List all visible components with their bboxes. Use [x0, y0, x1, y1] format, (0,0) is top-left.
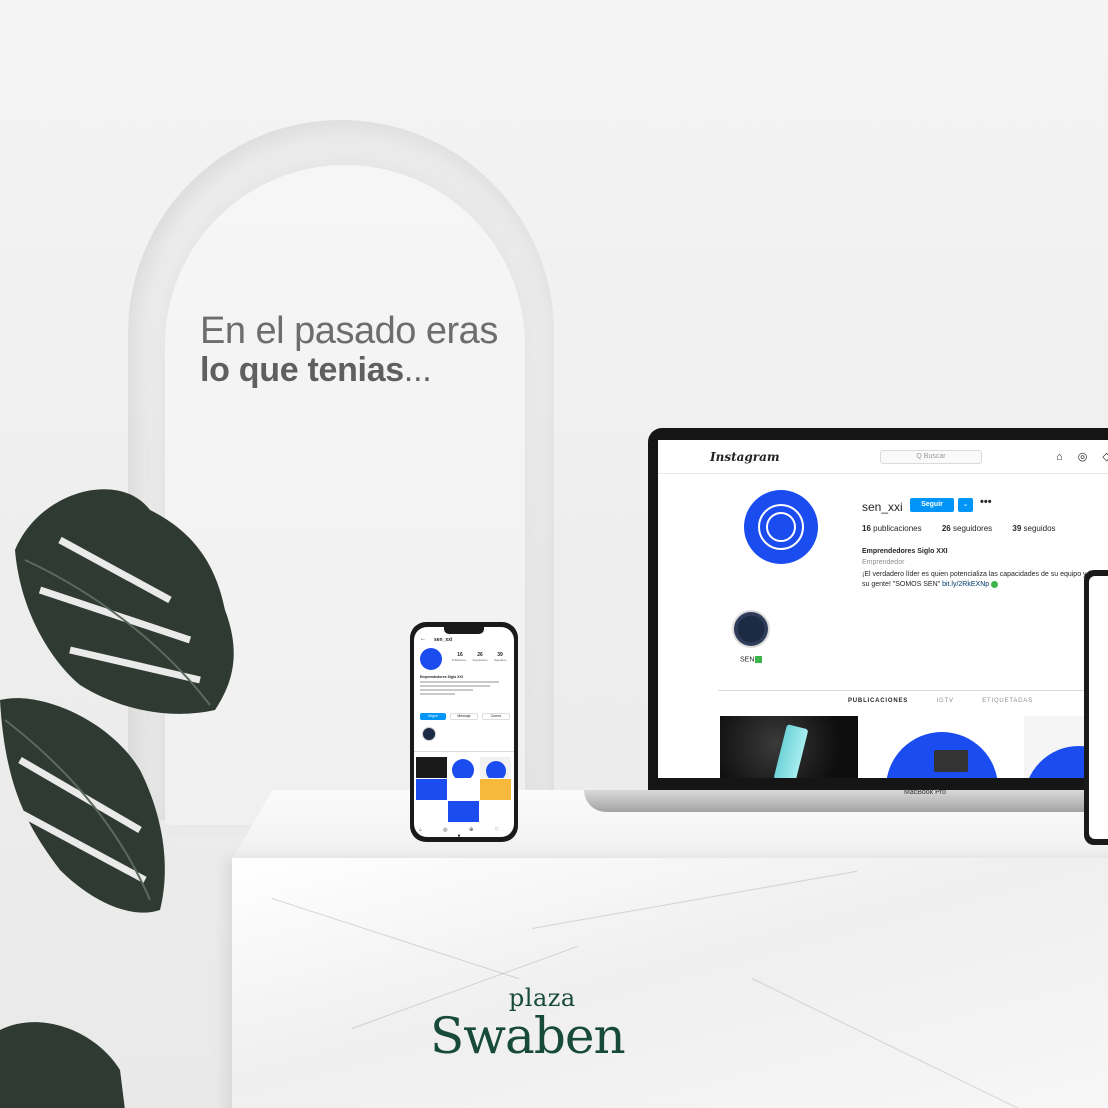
- phone-stat-following-label: Seguidos: [493, 658, 507, 662]
- phone-stat-posts-label: Publicacio...: [451, 658, 469, 662]
- stat-posts-value: 16: [862, 524, 871, 533]
- phone-stat-followers-label: Seguidores: [472, 658, 488, 662]
- nav-icons[interactable]: ⌂ ◎ ◇: [1056, 450, 1108, 463]
- phone-profile-avatar[interactable]: [420, 648, 442, 670]
- marble-vein: [531, 870, 858, 929]
- post-blue-circle: [486, 761, 506, 778]
- phone-email-button[interactable]: Correo: [482, 713, 510, 720]
- phone-posts-grid: [416, 757, 512, 823]
- profile-bio-line-2: su gente! "SOMOS SEN": [862, 581, 941, 588]
- phone-tabs-divider: [414, 751, 514, 752]
- phone-follow-button[interactable]: Seguir: [420, 713, 446, 720]
- phone-post-thumbnail[interactable]: [416, 801, 447, 822]
- tab-etiquetadas[interactable]: ETIQUETADAS: [982, 698, 1033, 704]
- profile-avatar[interactable]: [744, 490, 818, 564]
- marble-vein: [271, 898, 520, 980]
- instagram-logo[interactable]: Instagram: [710, 450, 780, 464]
- phone-notch: [444, 627, 484, 634]
- phone-post-thumbnail[interactable]: [448, 757, 479, 778]
- bio-line: [420, 685, 491, 687]
- monstera-leaves-illustration: [0, 489, 234, 1108]
- laptop-base: [584, 790, 1108, 812]
- headline-line-2-text: lo que tenias: [200, 351, 404, 389]
- phone-stat-followers[interactable]: 26 Seguidores: [470, 652, 490, 662]
- phone-post-thumbnail[interactable]: [480, 801, 511, 822]
- bio-line: [420, 689, 473, 691]
- phone-story-highlight[interactable]: [422, 727, 436, 741]
- profile-bio-link[interactable]: bit.ly/2RkEXNp: [942, 581, 989, 588]
- stat-followers[interactable]: 26 seguidores: [942, 524, 992, 533]
- phone-profile-buttons: Seguir Mensaje Correo: [420, 713, 512, 721]
- tabs-divider: [718, 690, 1108, 691]
- check-icon: [991, 580, 999, 588]
- post-laptop-image: [934, 750, 968, 772]
- back-arrow-icon[interactable]: ←: [420, 636, 426, 642]
- profile-bio: ¡El verdadero líder es quien potencializ…: [862, 570, 1108, 590]
- stat-followers-label: seguidores: [953, 524, 993, 533]
- tab-publicaciones[interactable]: PUBLICACIONES: [848, 698, 908, 704]
- phone-post-thumbnail[interactable]: [448, 779, 479, 800]
- phone-stat-following[interactable]: 39 Seguidos: [490, 652, 510, 662]
- stat-following-value: 39: [1012, 524, 1022, 533]
- stat-following-label: seguidos: [1023, 524, 1056, 533]
- stat-posts-label: publicaciones: [873, 524, 922, 533]
- brand-logo: plaza Swaben: [430, 985, 626, 1065]
- post-thumbnail[interactable]: [872, 716, 1010, 778]
- phone-post-thumbnail[interactable]: [448, 801, 479, 822]
- laptop: Instagram Q Buscar ⌂ ◎ ◇ sen_xxi Seguir …: [648, 428, 1108, 798]
- headline-line-2: lo que tenias...: [200, 350, 498, 390]
- phone-stat-posts[interactable]: 16 Publicacio...: [450, 652, 470, 662]
- chevron-down-icon[interactable]: ⌄: [958, 498, 973, 512]
- post-product-image: [773, 724, 809, 778]
- story-highlight-label: SEN: [740, 656, 763, 664]
- laptop-model-label: MacBook Pro: [904, 789, 947, 796]
- follow-button[interactable]: Seguir: [910, 498, 954, 512]
- phone-post-thumbnail[interactable]: [416, 779, 447, 800]
- marble-vein: [751, 978, 1022, 1108]
- search-input[interactable]: Q Buscar: [880, 450, 982, 464]
- stat-following[interactable]: 39 seguidos: [1012, 524, 1055, 533]
- phone-username: sen_xxi: [434, 637, 453, 643]
- smartphone-screen: ← sen_xxi 16 Publicacio... 26 Seguidores 39 S…: [414, 627, 514, 837]
- tab-igtv[interactable]: IGTV: [937, 698, 954, 704]
- tablet: [1084, 570, 1108, 845]
- laptop-screen: Instagram Q Buscar ⌂ ◎ ◇ sen_xxi Seguir …: [658, 440, 1108, 778]
- phone-bio-lines: [420, 681, 508, 699]
- profile-display-name: Emprendedores Siglo XXI: [862, 548, 948, 555]
- profile-stats: 16 publicaciones 26 seguidores 39 seguid…: [862, 524, 1074, 533]
- instagram-topbar: Instagram Q Buscar ⌂ ◎ ◇: [658, 440, 1108, 474]
- post-blue-circle: [452, 759, 474, 778]
- phone-profile-stats: 16 Publicacio... 26 Seguidores 39 Seguidos: [450, 652, 510, 663]
- headline-ellipsis: ...: [403, 351, 432, 389]
- phone-bottom-nav[interactable]: ⌂ ◎ ⊕ ♡ ●: [414, 827, 514, 837]
- phone-post-thumbnail[interactable]: [480, 779, 511, 800]
- headline-line-1: En el pasado eras: [200, 310, 498, 352]
- check-icon: [755, 656, 763, 663]
- more-options-icon[interactable]: •••: [980, 496, 992, 508]
- story-highlight[interactable]: [732, 610, 770, 648]
- marble-counter: [232, 858, 1108, 1108]
- bio-line: [420, 693, 456, 695]
- phone-display-name: Emprendedores Siglo XXI: [420, 675, 463, 679]
- avatar-logo-ring: [766, 512, 796, 542]
- post-thumbnail[interactable]: [720, 716, 858, 778]
- phone-post-thumbnail[interactable]: [416, 757, 447, 778]
- bio-line: [420, 681, 500, 683]
- profile-tabs: PUBLICACIONES IGTV ETIQUETADAS: [848, 698, 1059, 704]
- profile-username: sen_xxi: [862, 500, 903, 514]
- story-highlight-text: SEN: [740, 656, 755, 664]
- tablet-screen: [1089, 576, 1108, 839]
- stat-posts[interactable]: 16 publicaciones: [862, 524, 922, 533]
- headline: En el pasado eras lo que tenias...: [200, 312, 498, 390]
- profile-bio-line-1: ¡El verdadero líder es quien potencializ…: [862, 571, 1097, 578]
- phone-message-button[interactable]: Mensaje: [450, 713, 478, 720]
- phone-post-thumbnail[interactable]: [480, 757, 511, 778]
- profile-category: Emprendedor: [862, 559, 905, 566]
- laptop-screen-frame: Instagram Q Buscar ⌂ ◎ ◇ sen_xxi Seguir …: [648, 428, 1108, 790]
- smartphone: ← sen_xxi 16 Publicacio... 26 Seguidores 39 S…: [410, 622, 518, 842]
- stat-followers-value: 26: [941, 524, 951, 533]
- brand-logo-big: Swaben: [430, 1007, 626, 1065]
